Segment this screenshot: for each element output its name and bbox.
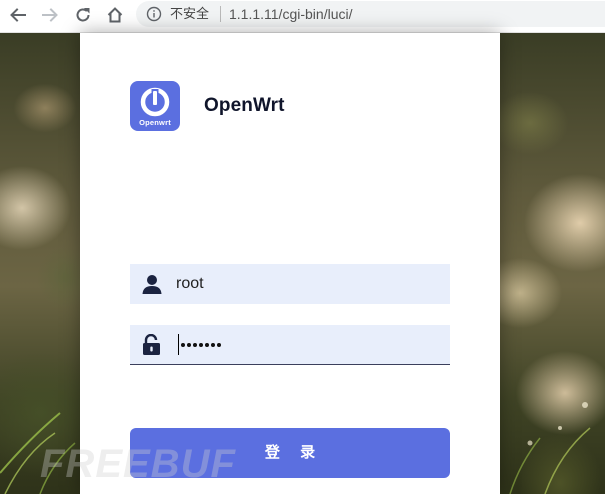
reload-icon[interactable]: [71, 3, 95, 27]
password-dot: [187, 343, 191, 347]
password-dot: [181, 343, 185, 347]
forward-arrow-icon[interactable]: [38, 3, 62, 27]
username-field[interactable]: [130, 264, 450, 304]
brand-title: OpenWrt: [204, 95, 285, 116]
unlock-icon: [141, 333, 163, 356]
password-dot: [205, 343, 209, 347]
browser-toolbar: 不安全 1.1.1.11/cgi-bin/luci/: [0, 0, 605, 33]
back-arrow-icon[interactable]: [6, 3, 30, 27]
watermark: FREEBUF: [40, 442, 236, 486]
info-icon[interactable]: [146, 6, 162, 22]
address-bar[interactable]: 不安全 1.1.1.11/cgi-bin/luci/: [136, 1, 605, 27]
home-icon[interactable]: [103, 3, 127, 27]
address-separator: [220, 6, 221, 22]
password-dot: [199, 343, 203, 347]
password-field[interactable]: [130, 325, 450, 365]
password-dot: [193, 343, 197, 347]
password-dot: [211, 343, 215, 347]
security-status-label: 不安全: [170, 6, 210, 21]
openwrt-logo: Openwrt: [130, 81, 180, 131]
url-text[interactable]: 1.1.1.11/cgi-bin/luci/: [229, 5, 352, 23]
password-input[interactable]: [181, 337, 221, 347]
user-icon: [141, 273, 163, 295]
logo-label: Openwrt: [139, 118, 171, 127]
login-card: Openwrt OpenWrt 登 录: [80, 33, 500, 494]
username-input[interactable]: [176, 264, 444, 303]
text-caret: [178, 334, 179, 355]
password-dot: [217, 343, 221, 347]
